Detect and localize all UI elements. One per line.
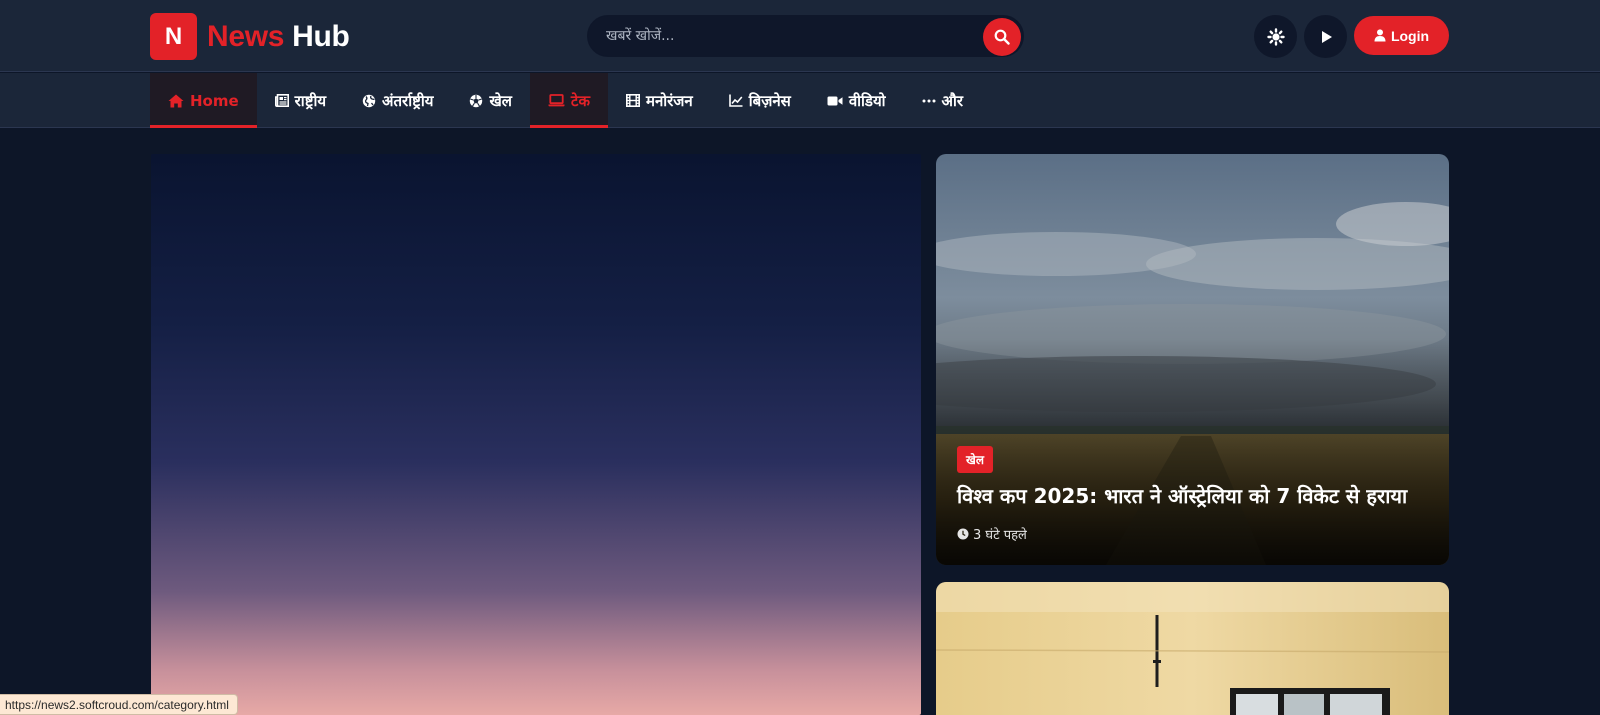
site-header: N NewsHub Login bbox=[0, 0, 1600, 72]
logo-text-news: News bbox=[207, 19, 285, 53]
home-icon bbox=[168, 94, 184, 107]
nav-item-tech[interactable]: टेक bbox=[529, 73, 609, 128]
card-image bbox=[936, 582, 1449, 715]
play-icon bbox=[1321, 30, 1332, 43]
nav-label: Home bbox=[190, 91, 239, 110]
nav-label: और bbox=[941, 91, 964, 110]
search-input[interactable] bbox=[606, 16, 966, 56]
nav-label: बिज़नेस bbox=[748, 91, 791, 110]
nav-item-international[interactable]: अंतर्राष्ट्रीय bbox=[344, 73, 451, 128]
login-button[interactable]: Login bbox=[1354, 16, 1449, 55]
search-button[interactable] bbox=[983, 18, 1021, 56]
chart-line-icon bbox=[728, 94, 743, 107]
nav-label: अंतर्राष्ट्रीय bbox=[382, 91, 434, 110]
logo-mark: N bbox=[150, 13, 197, 60]
nav-label: टेक bbox=[570, 91, 590, 110]
theme-toggle-button[interactable] bbox=[1254, 15, 1297, 58]
search-icon bbox=[994, 29, 1010, 45]
search-bar bbox=[587, 15, 1024, 57]
featured-news-card[interactable]: खेल विश्व कप 2025: भारत ने ऑस्ट्रेलिया क… bbox=[936, 154, 1449, 565]
nav-label: मनोरंजन bbox=[645, 91, 693, 110]
nav-item-video[interactable]: वीडियो bbox=[809, 73, 904, 128]
category-badge[interactable]: खेल bbox=[957, 446, 993, 473]
news-card[interactable] bbox=[936, 582, 1449, 715]
login-label: Login bbox=[1390, 27, 1430, 44]
nav-item-business[interactable]: बिज़नेस bbox=[711, 73, 809, 128]
category-nav: Home राष्ट्रीय अंतर्राष्ट्रीय खेल टेक मन… bbox=[0, 73, 1600, 128]
laptop-icon bbox=[548, 94, 565, 107]
football-icon bbox=[470, 94, 483, 107]
logo-text: News Hub bbox=[207, 20, 350, 54]
user-icon bbox=[1374, 29, 1386, 42]
card-timestamp: 3 घंटे पहले bbox=[957, 525, 1027, 543]
play-button[interactable] bbox=[1304, 15, 1347, 58]
status-bar-url: https://news2.softcroud.com/category.htm… bbox=[0, 694, 238, 715]
logo-text-hub: Hub bbox=[292, 19, 350, 53]
sun-icon bbox=[1266, 27, 1285, 46]
video-icon bbox=[827, 96, 843, 105]
nav-item-entertainment[interactable]: मनोरंजन bbox=[608, 73, 711, 128]
nav-item-more[interactable]: और bbox=[904, 73, 981, 128]
card-time-text: 3 घंटे पहले bbox=[973, 528, 1027, 543]
more-icon bbox=[922, 99, 936, 102]
site-logo[interactable]: N News Hub bbox=[150, 13, 350, 60]
nav-label: खेल bbox=[489, 91, 512, 110]
card-headline[interactable]: विश्व कप 2025: भारत ने ऑस्ट्रेलिया को 7 … bbox=[957, 484, 1437, 508]
nav-item-home[interactable]: Home bbox=[150, 73, 257, 128]
nav-label: वीडियो bbox=[848, 91, 886, 110]
hero-news-image[interactable] bbox=[151, 154, 921, 715]
globe-icon bbox=[362, 94, 376, 107]
newspaper-icon bbox=[274, 94, 289, 107]
nav-item-national[interactable]: राष्ट्रीय bbox=[257, 73, 344, 128]
nav-item-sports[interactable]: खेल bbox=[451, 73, 529, 128]
nav-label: राष्ट्रीय bbox=[294, 91, 327, 110]
clock-icon bbox=[957, 528, 969, 540]
film-icon bbox=[625, 94, 640, 107]
